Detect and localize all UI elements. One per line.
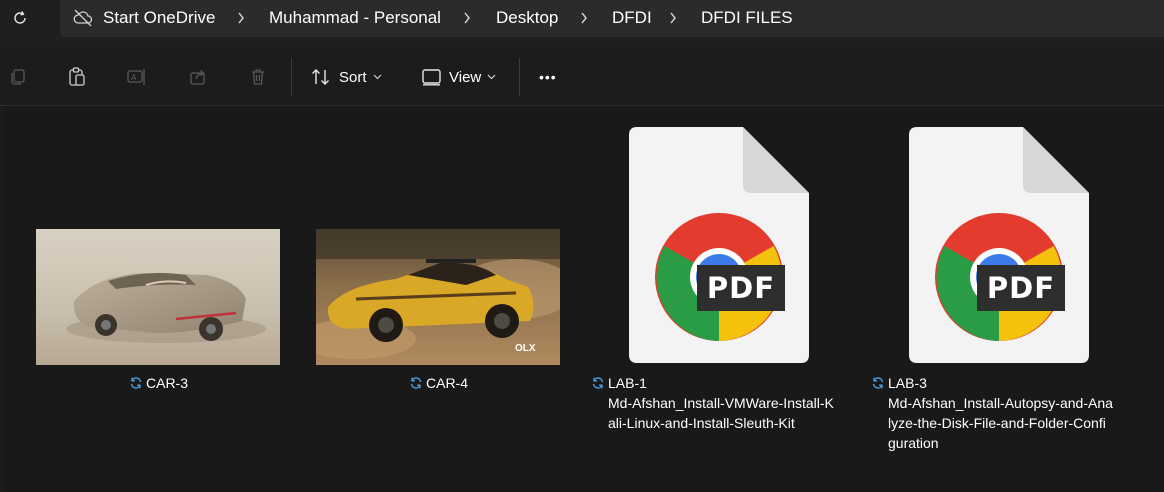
sort-button[interactable]: Sort: [311, 64, 382, 90]
sort-label: Sort: [339, 68, 367, 86]
breadcrumb-start-onedrive[interactable]: Start OneDrive: [103, 8, 215, 28]
pdf-file-icon: PDF: [629, 127, 809, 363]
breadcrumb-desktop[interactable]: Desktop: [496, 8, 558, 28]
chevron-right-icon[interactable]: [236, 8, 246, 28]
chevron-right-icon[interactable]: [579, 8, 589, 28]
chevron-down-icon: [373, 74, 381, 80]
sync-pending-icon: [872, 377, 884, 389]
share-icon[interactable]: [187, 66, 209, 88]
paste-icon[interactable]: [66, 66, 88, 88]
refresh-icon: [14, 11, 26, 24]
file-name-line[interactable]: guration: [888, 433, 939, 453]
toolbar-divider: [291, 58, 292, 96]
file-view: CAR-3 OLX CAR-4 PDF LAB-1 Md-Afshan_Inst…: [0, 107, 1164, 492]
more-icon: •••: [539, 69, 557, 85]
car-4-thumbnail[interactable]: OLX: [316, 229, 560, 365]
rename-icon[interactable]: A: [126, 66, 148, 88]
cloud-off-icon: [73, 9, 93, 27]
file-label: LAB-1: [608, 375, 647, 391]
navigation-pane-edge: [0, 107, 5, 492]
delete-icon[interactable]: [247, 66, 269, 88]
copy-icon[interactable]: [7, 66, 29, 88]
olx-watermark: OLX: [515, 343, 536, 354]
pdf-badge: PDF: [707, 271, 775, 305]
file-name-line[interactable]: lyze-the-Disk-File-and-Folder-Confi: [888, 413, 1106, 433]
sync-pending-icon: [592, 377, 604, 389]
car-3-thumbnail[interactable]: [36, 229, 280, 365]
file-name-car-3[interactable]: CAR-3: [129, 373, 188, 393]
svg-text:A: A: [131, 73, 137, 82]
file-name-car-4[interactable]: CAR-4: [409, 373, 468, 393]
file-name-line[interactable]: ali-Linux-and-Install-Sleuth-Kit: [608, 413, 795, 433]
chevron-right-icon[interactable]: [668, 8, 678, 28]
address-row: Start OneDrive Muhammad - Personal Deskt…: [0, 0, 1164, 48]
pdf-badge: PDF: [987, 271, 1055, 305]
more-options-button[interactable]: •••: [539, 64, 557, 90]
file-name-line[interactable]: Md-Afshan_Install-Autopsy-and-Ana: [888, 393, 1113, 413]
chevron-right-icon[interactable]: [462, 8, 472, 28]
file-label: LAB-3: [888, 375, 927, 391]
view-icon: [422, 68, 441, 86]
command-bar: A Sort View •••: [0, 48, 1164, 106]
file-name-lab-1[interactable]: LAB-1: [591, 373, 647, 393]
lab-3-pdf-thumbnail[interactable]: PDF: [909, 127, 1091, 363]
view-label: View: [449, 68, 482, 86]
view-button[interactable]: View: [422, 64, 496, 90]
breadcrumb-muhammad-personal[interactable]: Muhammad - Personal: [269, 8, 441, 28]
car-image: [36, 229, 280, 365]
address-bar[interactable]: Start OneDrive Muhammad - Personal Deskt…: [60, 0, 1164, 37]
file-name-line[interactable]: Md-Afshan_Install-VMWare-Install-K: [608, 393, 834, 413]
refresh-button[interactable]: [6, 6, 34, 30]
file-label: CAR-3: [146, 375, 189, 391]
toolbar-divider: [519, 58, 520, 96]
sort-icon: [312, 69, 329, 85]
file-label: CAR-4: [426, 375, 469, 391]
sync-pending-icon: [130, 377, 142, 389]
car-image: OLX: [316, 229, 560, 365]
pdf-file-icon: PDF: [909, 127, 1089, 363]
chevron-down-icon: [487, 74, 496, 80]
breadcrumb-dfdi[interactable]: DFDI: [612, 8, 652, 28]
sync-pending-icon: [410, 377, 422, 389]
breadcrumb-dfdi-files[interactable]: DFDI FILES: [701, 8, 793, 28]
file-name-lab-3[interactable]: LAB-3: [871, 373, 927, 393]
lab-1-pdf-thumbnail[interactable]: PDF: [629, 127, 811, 363]
